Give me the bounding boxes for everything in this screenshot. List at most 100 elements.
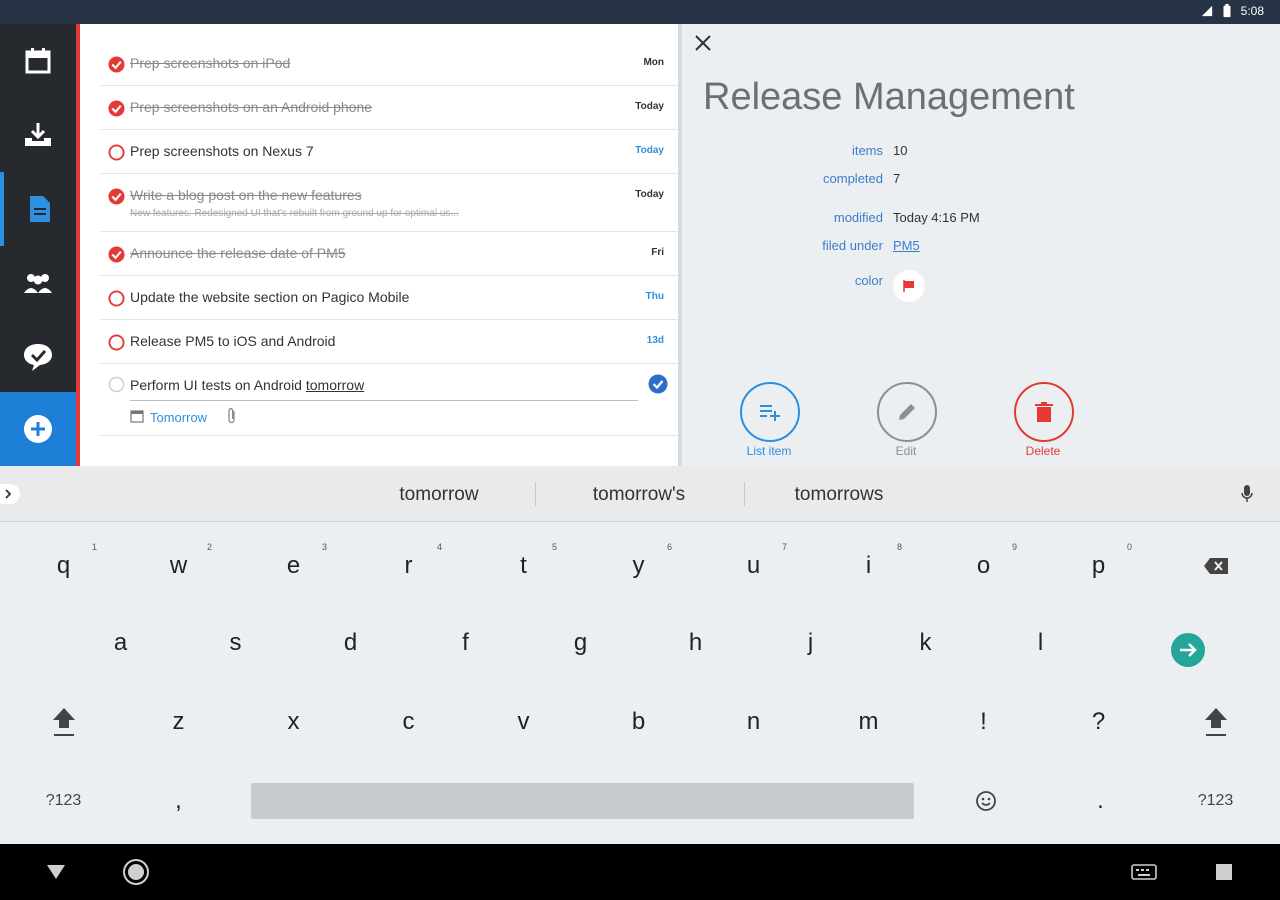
table-row[interactable]: Prep screenshots on iPod Mon — [100, 42, 678, 86]
table-row[interactable]: Write a blog post on the new features Ne… — [100, 174, 678, 232]
key-c[interactable]: c — [351, 684, 466, 760]
key-symbols-left[interactable]: ?123 — [6, 763, 121, 839]
sidebar-item-contacts[interactable] — [0, 246, 76, 320]
key-hint: 0 — [1126, 542, 1132, 552]
table-row[interactable]: Prep screenshots on Nexus 7 Today — [100, 130, 678, 174]
add-list-item-icon — [760, 405, 780, 421]
key-shift-right[interactable] — [1158, 684, 1273, 760]
task-title: Write a blog post on the new features — [130, 187, 362, 203]
key-space[interactable] — [251, 783, 914, 819]
sidebar-item-inbox[interactable] — [0, 98, 76, 172]
table-row[interactable]: Update the website section on Pagico Mob… — [100, 276, 678, 320]
key-backspace[interactable] — [1158, 528, 1273, 604]
key-o[interactable]: o9 — [926, 528, 1041, 604]
key-label: d — [343, 629, 358, 656]
recents-square-icon[interactable] — [1215, 863, 1233, 881]
key-enter[interactable] — [1130, 612, 1245, 688]
key-label: m — [858, 708, 879, 735]
key-d[interactable]: d — [293, 605, 408, 681]
key-r[interactable]: r4 — [351, 528, 466, 604]
chevron-right-icon[interactable] — [0, 482, 20, 506]
key-label: i — [865, 552, 872, 579]
editing-task-row[interactable]: Perform UI tests on Android tomorrow Tom… — [100, 364, 678, 436]
key-z[interactable]: z — [121, 684, 236, 760]
sidebar-item-tasks[interactable] — [0, 320, 76, 394]
filed-under-link[interactable]: PM5 — [893, 238, 920, 253]
close-icon[interactable] — [694, 34, 712, 52]
back-triangle-icon[interactable] — [45, 863, 67, 881]
unchecked-circle-icon[interactable] — [108, 334, 125, 351]
key-i[interactable]: i8 — [811, 528, 926, 604]
keyboard-switch-icon[interactable] — [1131, 864, 1157, 880]
add-button[interactable] — [0, 392, 76, 466]
task-date-button[interactable]: Tomorrow — [150, 410, 207, 425]
key-label: ! — [980, 708, 987, 735]
key-p[interactable]: p0 — [1041, 528, 1156, 604]
key-t[interactable]: t5 — [466, 528, 581, 604]
key-a[interactable]: a — [63, 605, 178, 681]
field-label-color: color — [854, 273, 883, 288]
task-title-input[interactable]: Perform UI tests on Android tomorrow — [130, 377, 638, 401]
home-circle-icon[interactable] — [122, 858, 150, 886]
key-x[interactable]: x — [236, 684, 351, 760]
list-item-button[interactable] — [740, 382, 800, 442]
key-v[interactable]: v — [466, 684, 581, 760]
key-label: y — [632, 552, 645, 579]
sidebar-item-calendar[interactable] — [0, 24, 76, 98]
paperclip-icon[interactable] — [226, 407, 238, 425]
key-shift-left[interactable] — [6, 684, 121, 760]
checked-circle-icon[interactable] — [108, 56, 125, 73]
key-k[interactable]: k — [868, 605, 983, 681]
key-comma[interactable]: , — [121, 763, 236, 839]
key-m[interactable]: m — [811, 684, 926, 760]
sidebar-item-lists[interactable] — [0, 172, 76, 246]
key-f[interactable]: f — [408, 605, 523, 681]
key-label: l — [1037, 629, 1044, 656]
key-s[interactable]: s — [178, 605, 293, 681]
color-picker[interactable] — [893, 270, 925, 302]
key-exclamation[interactable]: ! — [926, 684, 1041, 760]
key-label: u — [746, 552, 761, 579]
key-label: ? — [1091, 708, 1106, 735]
key-symbols-right[interactable]: ?123 — [1158, 763, 1273, 839]
key-period[interactable]: . — [1043, 763, 1158, 839]
emoji-icon — [975, 791, 996, 811]
suggestion-1[interactable]: tomorrow — [339, 484, 539, 506]
edit-button[interactable] — [877, 382, 937, 442]
unchecked-circle-icon[interactable] — [108, 144, 125, 161]
key-b[interactable]: b — [581, 684, 696, 760]
key-w[interactable]: w2 — [121, 528, 236, 604]
delete-button[interactable] — [1014, 382, 1074, 442]
checked-circle-icon[interactable] — [108, 246, 125, 263]
checked-circle-icon[interactable] — [108, 100, 125, 117]
key-label: f — [462, 629, 469, 656]
key-g[interactable]: g — [523, 605, 638, 681]
key-l[interactable]: l — [983, 605, 1098, 681]
table-row[interactable]: Release PM5 to iOS and Android 13d — [100, 320, 678, 364]
table-row[interactable]: Prep screenshots on an Android phone Tod… — [100, 86, 678, 130]
key-emoji[interactable] — [928, 763, 1043, 839]
project-title: Release Management — [703, 76, 1075, 118]
key-y[interactable]: y6 — [581, 528, 696, 604]
unchecked-circle-icon[interactable] — [108, 376, 125, 393]
checked-circle-icon[interactable] — [108, 188, 125, 205]
field-label-items: items — [851, 143, 883, 158]
key-j[interactable]: j — [753, 605, 868, 681]
chat-check-icon — [24, 344, 52, 371]
key-q[interactable]: q1 — [6, 528, 121, 604]
key-n[interactable]: n — [696, 684, 811, 760]
confirm-check-icon[interactable] — [648, 374, 668, 394]
suggestion-2[interactable]: tomorrow's — [539, 484, 739, 506]
task-title: Release PM5 to iOS and Android — [130, 333, 336, 349]
key-u[interactable]: u7 — [696, 528, 811, 604]
unchecked-circle-icon[interactable] — [108, 290, 125, 307]
key-label: v — [517, 708, 530, 735]
table-row[interactable]: Announce the release date of PM5 Fri — [100, 232, 678, 276]
suggestion-3[interactable]: tomorrows — [739, 484, 939, 506]
task-list: Prep screenshots on iPod Mon Prep screen… — [80, 24, 678, 466]
key-h[interactable]: h — [638, 605, 753, 681]
microphone-icon[interactable] — [1240, 484, 1254, 504]
key-e[interactable]: e3 — [236, 528, 351, 604]
key-label: p — [1091, 552, 1106, 579]
key-question[interactable]: ? — [1041, 684, 1156, 760]
